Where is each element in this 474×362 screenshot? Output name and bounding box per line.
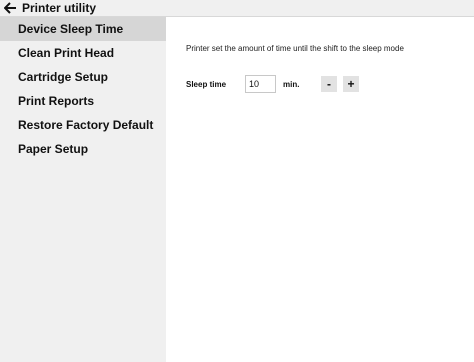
printer-utility-window: Printer utility Device Sleep Time Clean …: [0, 0, 474, 362]
sleep-time-input[interactable]: [245, 75, 276, 93]
increment-button[interactable]: +: [343, 76, 359, 92]
sidebar-item-clean-print-head[interactable]: Clean Print Head: [0, 41, 166, 65]
main-content: Printer set the amount of time until the…: [166, 17, 474, 362]
sleep-description: Printer set the amount of time until the…: [186, 44, 404, 53]
back-button[interactable]: [3, 1, 17, 15]
sidebar-item-device-sleep-time[interactable]: Device Sleep Time: [0, 17, 166, 41]
title-bar: Printer utility: [0, 0, 474, 17]
sleep-time-row: Sleep time min. - +: [186, 74, 365, 94]
decrement-button[interactable]: -: [321, 76, 337, 92]
arrow-left-icon: [3, 2, 16, 14]
sidebar-item-print-reports[interactable]: Print Reports: [0, 89, 166, 113]
sleep-time-unit: min.: [283, 79, 300, 89]
window-title: Printer utility: [22, 1, 97, 15]
sidebar-item-paper-setup[interactable]: Paper Setup: [0, 137, 166, 161]
sleep-time-label: Sleep time: [186, 79, 227, 89]
sidebar-item-restore-factory-default[interactable]: Restore Factory Default: [0, 113, 166, 137]
sidebar-item-cartridge-setup[interactable]: Cartridge Setup: [0, 65, 166, 89]
sidebar: Device Sleep Time Clean Print Head Cartr…: [0, 17, 166, 362]
